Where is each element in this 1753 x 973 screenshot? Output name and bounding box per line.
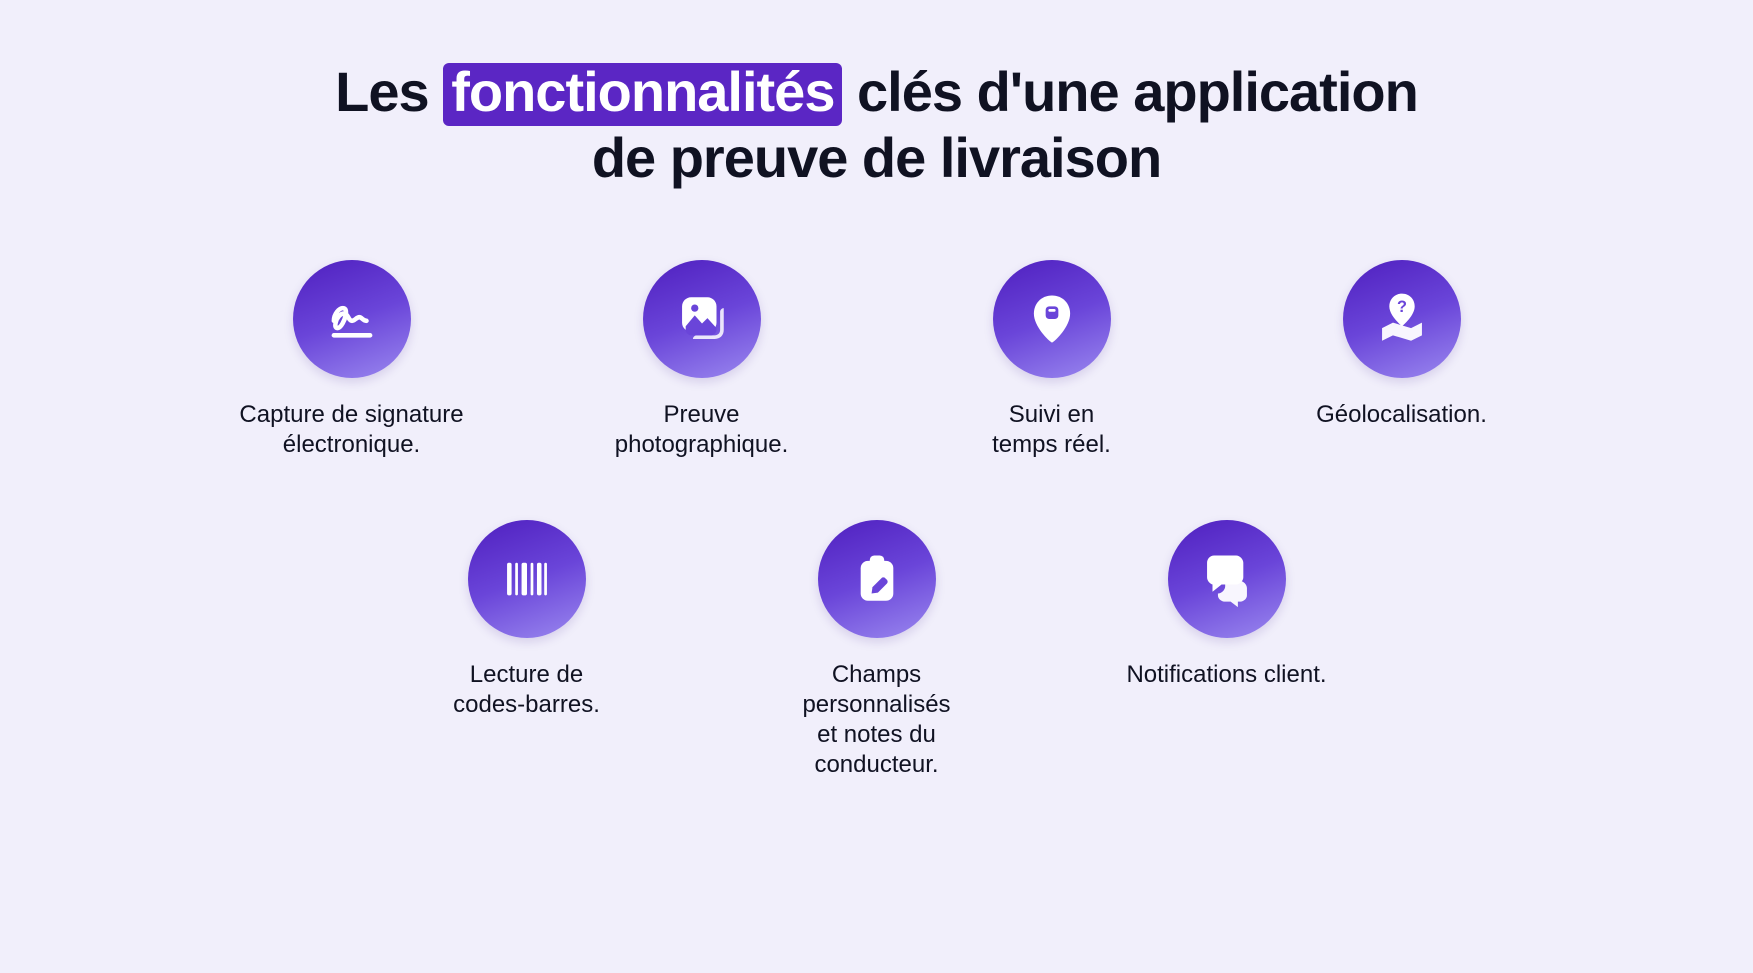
svg-text:?: ? xyxy=(1397,298,1407,316)
feature-label: Lecture de codes-barres. xyxy=(453,660,600,720)
pin-icon xyxy=(993,260,1111,378)
feature-label: Suivi en temps réel. xyxy=(992,400,1111,460)
map-question-icon: ? xyxy=(1343,260,1461,378)
features-row-1: Capture de signature électronique. Preuv… xyxy=(227,260,1527,460)
barcode-icon xyxy=(468,520,586,638)
feature-label: Capture de signature électronique. xyxy=(239,400,463,460)
heading-highlight: fonctionnalités xyxy=(443,63,842,126)
photo-icon xyxy=(643,260,761,378)
feature-signature: Capture de signature électronique. xyxy=(232,260,472,460)
feature-barcode: Lecture de codes-barres. xyxy=(407,520,647,780)
feature-label: Champs personnalisés et notes du conduct… xyxy=(757,660,997,780)
feature-label: Géolocalisation. xyxy=(1316,400,1487,430)
feature-custom-fields: Champs personnalisés et notes du conduct… xyxy=(757,520,997,780)
signature-icon xyxy=(293,260,411,378)
feature-tracking: Suivi en temps réel. xyxy=(932,260,1172,460)
feature-label: Notifications client. xyxy=(1126,660,1326,690)
feature-notifications: Notifications client. xyxy=(1107,520,1347,780)
features-row-2: Lecture de codes-barres. Champs personna… xyxy=(227,520,1527,780)
chat-icon xyxy=(1168,520,1286,638)
feature-label: Preuve photographique. xyxy=(615,400,788,460)
feature-geolocation: ? Géolocalisation. xyxy=(1282,260,1522,460)
page-title: Les fonctionnalités clés d'une applicati… xyxy=(335,60,1418,190)
feature-photo: Preuve photographique. xyxy=(582,260,822,460)
clipboard-edit-icon xyxy=(818,520,936,638)
features-grid: Capture de signature électronique. Preuv… xyxy=(227,260,1527,780)
heading-pre: Les xyxy=(335,60,443,123)
